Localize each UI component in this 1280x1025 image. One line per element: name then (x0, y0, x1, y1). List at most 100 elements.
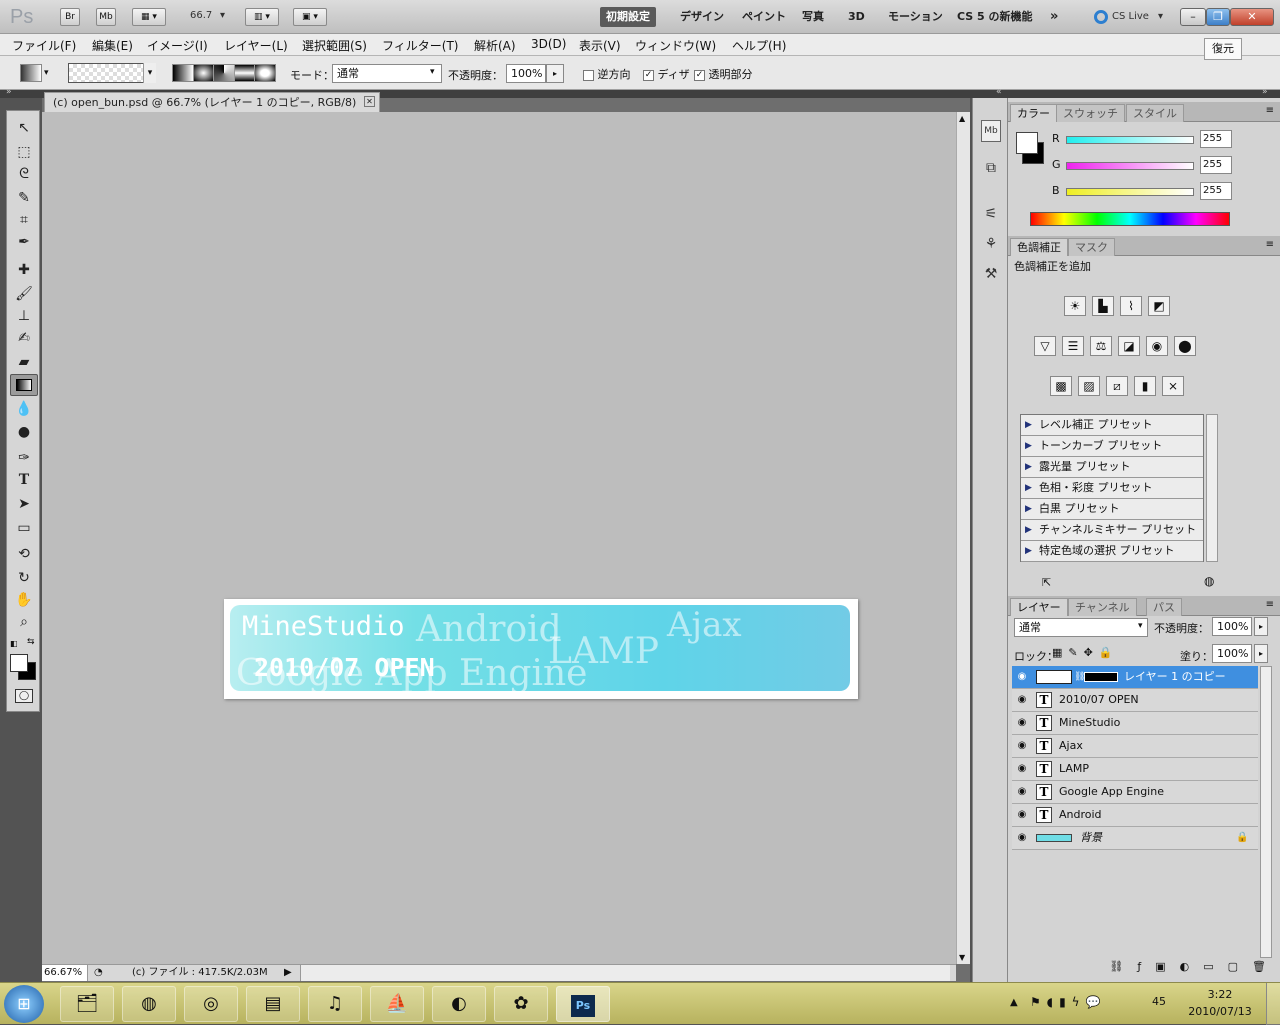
tray-arrow-icon[interactable]: ▲ (1010, 997, 1018, 1008)
radial-gradient-icon[interactable] (193, 65, 215, 81)
hand-tool-icon[interactable]: ✋ (10, 589, 38, 611)
pen-tool-icon[interactable]: ✑ (10, 447, 38, 469)
return-to-list-icon[interactable]: ⇱ (1042, 576, 1051, 589)
close-icon[interactable]: ✕ (1230, 8, 1274, 26)
screen-mode-icon[interactable]: ▣ ▾ (293, 8, 327, 26)
photoshop-taskbar-icon[interactable]: Ps (556, 986, 610, 1022)
clone-source-icon[interactable]: ⚘ (981, 236, 1001, 258)
swap-colors-icon[interactable]: ⇆ (27, 637, 35, 647)
document-tab[interactable]: (c) open_bun.psd @ 66.7% (レイヤー 1 のコピー, R… (44, 92, 380, 112)
layers-footer-icons[interactable]: ⛓ƒ▣◐▭▢🗑 (1068, 960, 1280, 973)
menu-3d[interactable]: 3D(D) (531, 37, 566, 51)
zoom-tool-icon[interactable]: ⌕ (10, 611, 38, 633)
view-extras-icon[interactable]: ▦ ▾ (132, 8, 166, 26)
invert-icon[interactable]: ▩ (1050, 376, 1072, 396)
collapse-panels-icon[interactable]: » (1262, 87, 1268, 97)
layers-panel-menu-icon[interactable]: ≡ (1266, 599, 1274, 610)
path-select-tool-icon[interactable]: ➤ (10, 493, 38, 515)
rectangle-tool-icon[interactable]: ▭ (10, 517, 38, 539)
selective-color-icon[interactable]: ⨯ (1162, 376, 1184, 396)
posterize-icon[interactable]: ▨ (1078, 376, 1100, 396)
preset-item[interactable]: ▶ 白黒 プリセット (1021, 499, 1203, 520)
brush-presets-icon[interactable]: ⚟ (981, 206, 1001, 228)
tool-presets-icon[interactable]: ⚒ (981, 266, 1001, 288)
quick-mask-icon[interactable]: ◯ (15, 689, 33, 703)
color-b-input[interactable]: 255 (1200, 182, 1232, 200)
mini-bridge-button[interactable]: Mb (96, 8, 116, 26)
menu-edit[interactable]: 編集(E) (92, 37, 133, 54)
status-export-icon[interactable]: ◔ (94, 965, 103, 981)
channel-mixer-icon[interactable]: ⬤ (1174, 336, 1196, 356)
tab-paths[interactable]: パス (1146, 598, 1182, 616)
menu-layer[interactable]: レイヤー(L) (224, 37, 288, 54)
black-white-icon[interactable]: ◪ (1118, 336, 1140, 356)
workspace-cs5-new[interactable]: CS 5 の新機能 (951, 7, 1039, 27)
opacity-slider-icon[interactable]: ▸ (546, 64, 564, 83)
3d-rotate-tool-icon[interactable]: ⟲ (10, 543, 38, 565)
eye-icon[interactable]: ◉ (1016, 740, 1028, 752)
more-workspaces-icon[interactable]: » (1044, 7, 1064, 27)
status-menu-icon[interactable]: ▶ (284, 965, 292, 981)
tab-channels[interactable]: チャンネル (1068, 598, 1137, 616)
blend-mode-select[interactable]: 通常 (1014, 618, 1148, 637)
picasa-icon[interactable]: ✿ (494, 986, 548, 1022)
bridge-button[interactable]: Br (60, 8, 80, 26)
layer-row[interactable]: ◉ T MineStudio (1012, 712, 1258, 735)
curves-icon[interactable]: ⌇ (1120, 296, 1142, 316)
threshold-icon[interactable]: ⧄ (1106, 376, 1128, 396)
status-zoom[interactable]: 66.67% (42, 965, 88, 981)
preset-item[interactable]: ▶ 色相・彩度 プリセット (1021, 478, 1203, 499)
arrange-documents-icon[interactable]: ▥ ▾ (245, 8, 279, 26)
fill-slider-icon[interactable]: ▸ (1254, 644, 1268, 663)
layer-row[interactable]: ◉ T Android (1012, 804, 1258, 827)
layer-mask-thumbnail[interactable] (1084, 672, 1118, 682)
tray-icons[interactable]: ⚑◖▮ϟ💬 (1030, 995, 1107, 1009)
layer-row[interactable]: ◉ T Ajax (1012, 735, 1258, 758)
lock-icons[interactable]: ▦✎✥🔒 (1052, 646, 1119, 659)
collapse-strip-icon[interactable]: « (996, 87, 1002, 97)
quick-select-tool-icon[interactable]: ✎ (10, 187, 38, 209)
mode-dropdown-icon[interactable]: ▾ (430, 67, 435, 77)
mode-select[interactable]: 通常 (332, 64, 442, 83)
workspace-photo[interactable]: 写真 (796, 7, 830, 27)
tab-styles[interactable]: スタイル (1126, 104, 1184, 122)
gradient-dropdown-icon[interactable]: ▾ (143, 63, 156, 83)
adjust-options-icon[interactable]: ◍ (1204, 574, 1214, 588)
workspace-3d[interactable]: 3D (842, 7, 871, 27)
brightness-contrast-icon[interactable]: ☀ (1064, 296, 1086, 316)
3d-orbit-tool-icon[interactable]: ↻ (10, 567, 38, 589)
tool-preset-picker[interactable] (20, 64, 42, 82)
layer-row[interactable]: ◉ 背景 🔒 (1012, 827, 1258, 850)
preset-item[interactable]: ▶ チャンネルミキサー プリセット (1021, 520, 1203, 541)
eclipse-icon[interactable]: ◐ (432, 986, 486, 1022)
gradient-map-icon[interactable]: ▮ (1134, 376, 1156, 396)
eye-icon[interactable]: ◉ (1016, 694, 1028, 706)
vertical-scrollbar[interactable]: ▲ ▼ (956, 112, 970, 964)
opacity-input[interactable]: 100% (506, 64, 546, 83)
eye-icon[interactable]: ◉ (1016, 717, 1028, 729)
linear-gradient-icon[interactable] (173, 65, 194, 81)
mini-bridge-icon[interactable]: Mb (981, 120, 1001, 142)
expand-toolbar-icon[interactable]: » (6, 87, 12, 97)
workspace-essentials[interactable]: 初期設定 (600, 7, 656, 27)
tab-adjustments[interactable]: 色調補正 (1010, 238, 1068, 256)
move-tool-icon[interactable]: ↖ (10, 117, 38, 139)
history-brush-tool-icon[interactable]: ✍ (10, 327, 38, 349)
healing-brush-tool-icon[interactable]: ✚ (10, 259, 38, 281)
menu-select[interactable]: 選択範囲(S) (302, 37, 367, 54)
dither-checkbox[interactable]: ✓ (643, 69, 654, 81)
transparency-checkbox[interactable]: ✓ (694, 69, 705, 81)
tab-layers[interactable]: レイヤー (1010, 598, 1068, 616)
preset-item[interactable]: ▶ レベル補正 プリセット (1021, 415, 1203, 436)
zoom-level[interactable]: 66.7 (190, 10, 212, 21)
menu-help[interactable]: ヘルプ(H) (732, 37, 786, 54)
clock-date[interactable]: 2010/07/13 (1180, 1005, 1260, 1018)
clone-stamp-tool-icon[interactable]: ⊥ (10, 305, 38, 327)
show-desktop-button[interactable] (1266, 983, 1280, 1025)
horizontal-scrollbar[interactable] (300, 965, 950, 981)
exposure-icon[interactable]: ◩ (1148, 296, 1170, 316)
zoom-dropdown-icon[interactable]: ▾ (220, 10, 225, 21)
workspace-design[interactable]: デザイン (674, 7, 730, 27)
cs-live-menu[interactable]: CS Live (1112, 11, 1149, 22)
presets-scrollbar[interactable] (1206, 414, 1218, 562)
